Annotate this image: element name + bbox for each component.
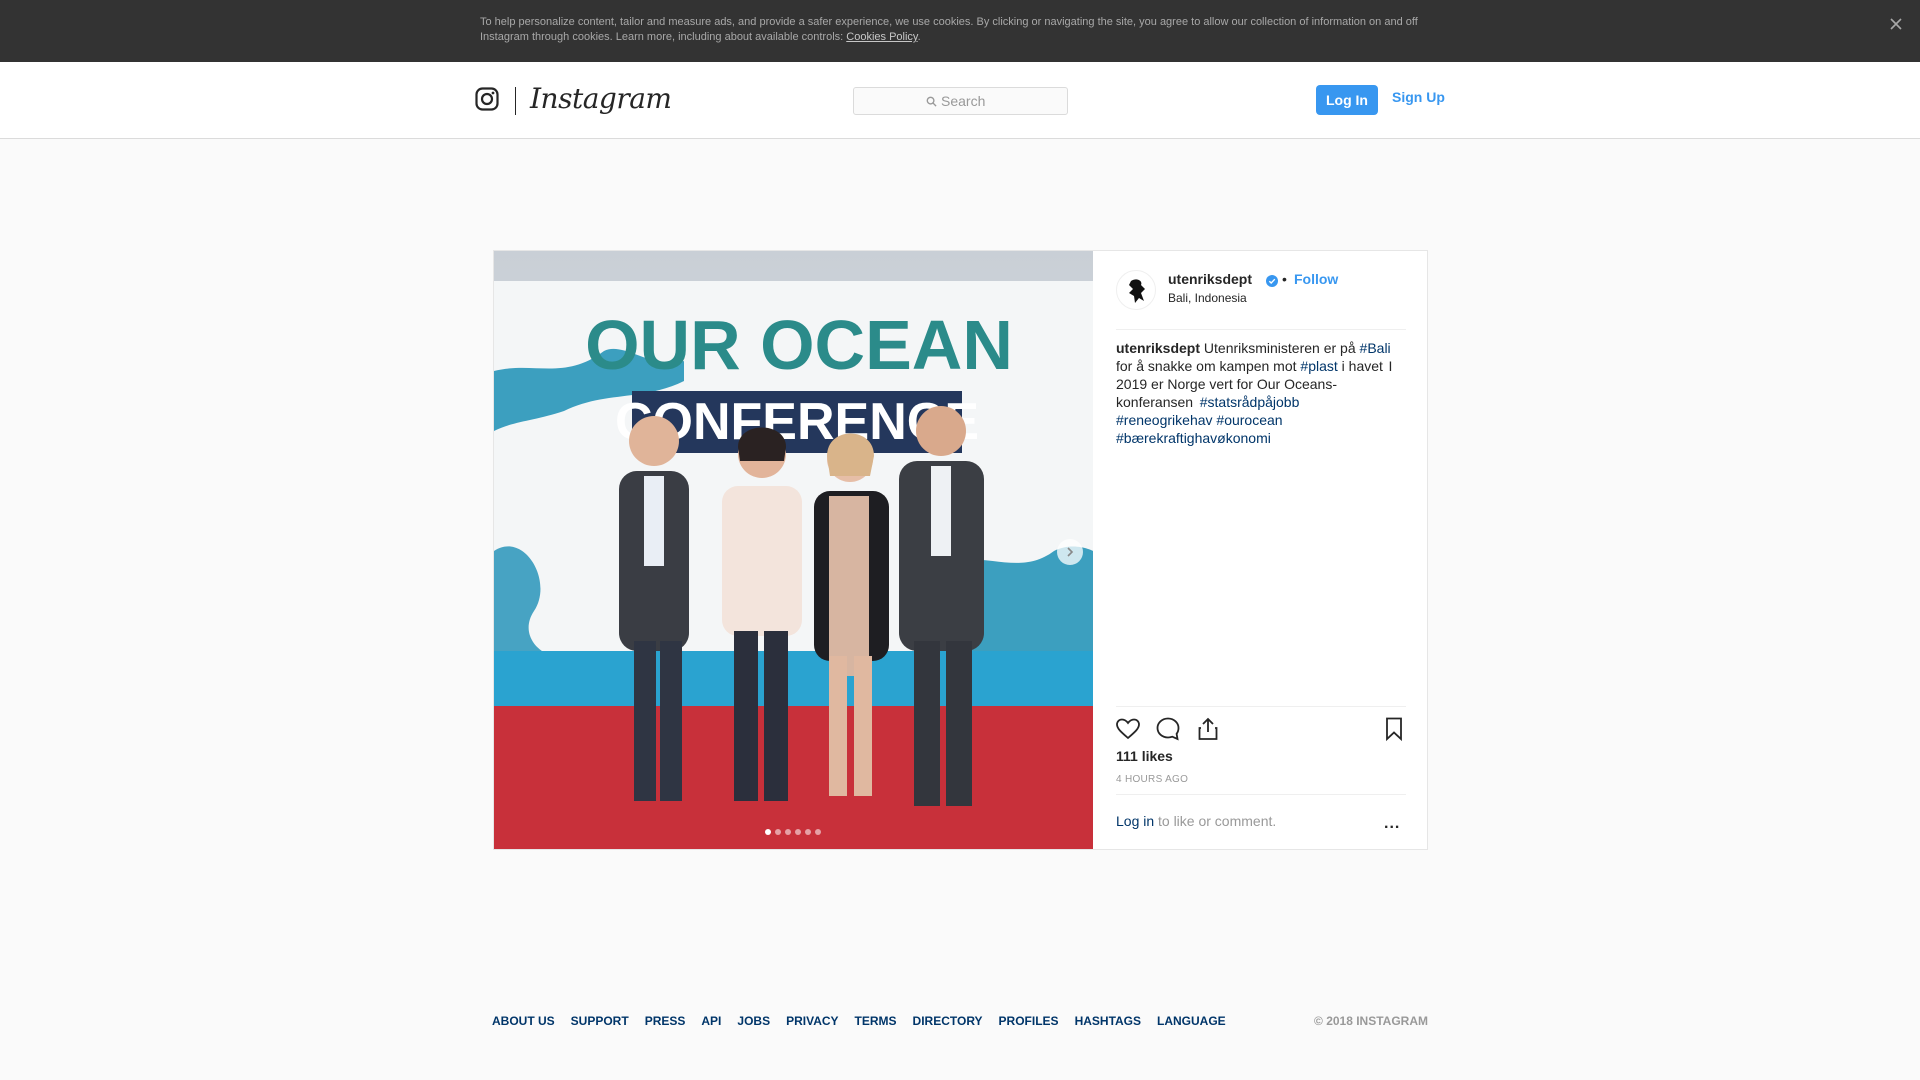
slide-dot — [785, 829, 791, 835]
post-username[interactable]: utenriksdept — [1168, 271, 1252, 287]
hashtag-link[interactable]: #reneogrikehav — [1116, 412, 1213, 428]
post-card: OUR OCEAN CONFERENCE utenriksdept • Foll… — [493, 250, 1428, 850]
footer-link-terms[interactable]: TERMS — [855, 1014, 897, 1028]
copyright-text: © 2018 INSTAGRAM — [1314, 1014, 1428, 1028]
instagram-camera-icon[interactable] — [475, 87, 499, 111]
footer: ABOUT US SUPPORT PRESS API JOBS PRIVACY … — [492, 1014, 1428, 1030]
logo-divider — [515, 87, 516, 115]
hashtag-link[interactable]: #plast — [1300, 358, 1337, 374]
next-slide-button[interactable] — [1057, 539, 1083, 565]
comment-row: Log in to like or comment. ... — [1116, 794, 1406, 850]
footer-link-language[interactable]: LANGUAGE — [1157, 1014, 1226, 1028]
banner-title: OUR OCEAN — [585, 306, 1013, 384]
bullet-separator: • — [1282, 271, 1287, 287]
instagram-wordmark[interactable]: Instagram — [530, 82, 672, 115]
cookie-text: To help personalize content, tailor and … — [480, 15, 1440, 45]
hashtag-link[interactable]: #Bali — [1360, 340, 1391, 356]
footer-link-hashtags[interactable]: HASHTAGS — [1075, 1014, 1141, 1028]
comment-login-link[interactable]: Log in — [1116, 813, 1154, 829]
avatar[interactable] — [1116, 270, 1156, 310]
caption-author[interactable]: utenriksdept — [1116, 340, 1200, 356]
footer-link-press[interactable]: PRESS — [645, 1014, 686, 1028]
caption-text: Utenriksministeren er på — [1200, 340, 1360, 356]
footer-link-profiles[interactable]: PROFILES — [999, 1014, 1059, 1028]
search-placeholder: Search — [941, 93, 986, 109]
cookie-banner: To help personalize content, tailor and … — [0, 0, 1920, 62]
post-sidebar: utenriksdept • Follow Bali, Indonesia ut… — [1093, 251, 1427, 849]
close-icon[interactable] — [1887, 15, 1905, 33]
cookie-message: To help personalize content, tailor and … — [480, 16, 1418, 43]
footer-link-privacy[interactable]: PRIVACY — [786, 1014, 838, 1028]
footer-link-directory[interactable]: DIRECTORY — [913, 1014, 983, 1028]
caption-text: for å snakke om kampen mot — [1116, 358, 1301, 374]
comment-prompt: to like or comment. — [1158, 813, 1277, 829]
slide-dot — [765, 829, 771, 835]
slide-dot — [775, 829, 781, 835]
heart-icon[interactable] — [1115, 716, 1141, 742]
slide-indicator — [765, 829, 821, 835]
hashtag-link[interactable]: #bærekraftighavøkonomi — [1116, 430, 1271, 446]
hashtag-link[interactable]: #ourocean — [1216, 412, 1282, 428]
post-header: utenriksdept • Follow Bali, Indonesia — [1116, 251, 1406, 330]
footer-links: ABOUT US SUPPORT PRESS API JOBS PRIVACY … — [492, 1014, 1428, 1028]
cookie-trailing: . — [917, 31, 921, 43]
verified-badge-icon — [1266, 275, 1278, 287]
comment-icon[interactable] — [1155, 716, 1181, 742]
bookmark-icon[interactable] — [1381, 716, 1407, 742]
post-actions: 111 likes 4 HOURS AGO Log in to like or … — [1116, 706, 1406, 832]
cookies-policy-link[interactable]: Cookies Policy — [846, 31, 917, 43]
post-caption: utenriksdept Utenriksministeren er på #B… — [1116, 339, 1406, 447]
slide-dot — [815, 829, 821, 835]
post-timestamp[interactable]: 4 HOURS AGO — [1116, 774, 1188, 785]
share-icon[interactable] — [1195, 716, 1221, 742]
post-photo[interactable]: OUR OCEAN CONFERENCE — [494, 251, 1093, 849]
chevron-right-icon — [1067, 547, 1074, 557]
footer-link-about[interactable]: ABOUT US — [492, 1014, 555, 1028]
footer-link-api[interactable]: API — [701, 1014, 721, 1028]
login-button[interactable]: Log In — [1316, 85, 1378, 115]
top-nav: Instagram Search Log In Sign Up — [0, 62, 1920, 139]
more-options-button[interactable]: ... — [1384, 815, 1400, 833]
footer-link-support[interactable]: SUPPORT — [571, 1014, 629, 1028]
footer-link-jobs[interactable]: JOBS — [737, 1014, 770, 1028]
signup-link[interactable]: Sign Up — [1392, 89, 1445, 105]
post-location[interactable]: Bali, Indonesia — [1168, 291, 1247, 305]
hashtag-link[interactable]: #statsrådpåjobb — [1200, 394, 1300, 410]
likes-count[interactable]: 111 likes — [1116, 748, 1173, 764]
slide-dot — [805, 829, 811, 835]
search-icon — [926, 96, 937, 107]
slide-dot — [795, 829, 801, 835]
follow-button[interactable]: Follow — [1294, 271, 1338, 287]
search-input[interactable]: Search — [853, 87, 1068, 115]
